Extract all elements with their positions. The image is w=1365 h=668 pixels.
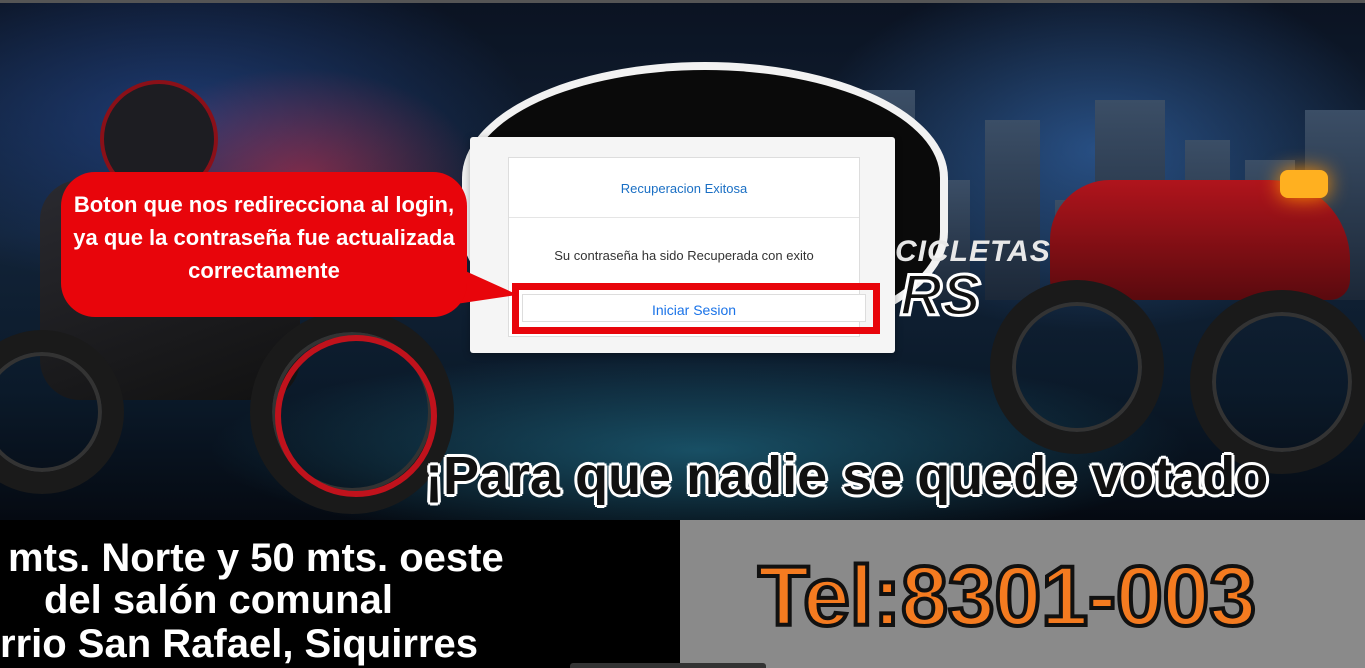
address-panel: mts. Norte y 50 mts. oeste del salón com… [0,520,680,668]
address-line-1: mts. Norte y 50 mts. oeste [8,536,504,580]
right-motorcycle [990,140,1365,474]
bottom-scroll-indicator [570,663,766,668]
login-button[interactable]: Iniciar Sesion [522,294,866,322]
modal-header: Recuperacion Exitosa [509,158,859,218]
phone-number: Tel:8301-003 [756,547,1258,645]
address-line-2: del salón comunal [44,578,393,622]
address-line-3: rrio San Rafael, Siquirres [0,622,478,666]
top-border [0,0,1365,3]
phone-panel: Tel:8301-003 [680,520,1365,668]
callout-text: Boton que nos redirecciona al login, ya … [73,192,455,283]
slogan-text: ¡Para que nadie se quede votado [425,446,1269,506]
brand-text-bottom: RS [899,262,983,330]
modal-title: Recuperacion Exitosa [620,181,748,196]
modal-message: Su contraseña ha sido Recuperada con exi… [554,248,814,263]
